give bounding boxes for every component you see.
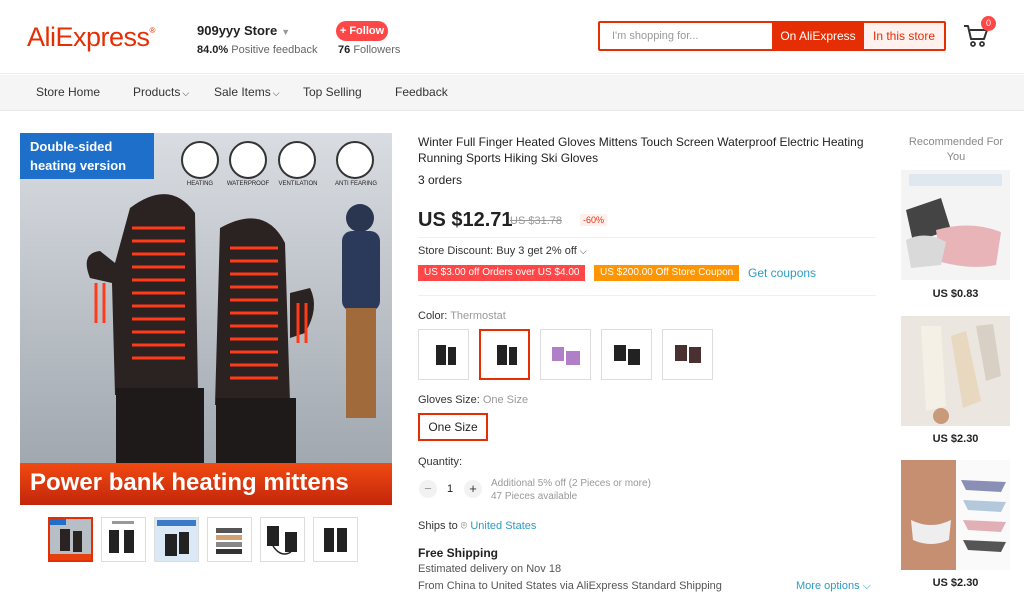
image-badge-text: Double-sided heating version	[30, 139, 127, 173]
product-main-image[interactable]: Double-sided heating version HEATING WAT…	[20, 133, 392, 505]
original-price: US $31.78	[510, 215, 562, 227]
thumbnail-3[interactable]	[154, 517, 199, 562]
nav-products[interactable]: Products ⌵	[133, 85, 189, 99]
color-label: Color: Thermostat	[418, 310, 506, 322]
nav-sale-items[interactable]: Sale Items ⌵	[214, 85, 280, 99]
color-swatch-1[interactable]	[418, 329, 469, 380]
search-aliexpress-button[interactable]: On AliExpress	[772, 23, 864, 49]
search-store-button[interactable]: In this store	[864, 23, 944, 49]
top-header: AliExpress® 909yyy Store ▼ 84.0% Positive…	[0, 0, 1024, 74]
shipping-route: From China to United States via AliExpre…	[418, 580, 722, 592]
color-swatch-3[interactable]	[540, 329, 591, 380]
color-swatch-thermostat[interactable]	[479, 329, 530, 380]
orders-count: 3 orders	[418, 173, 463, 187]
aliexpress-logo[interactable]: AliExpress®	[27, 22, 155, 53]
store-discount[interactable]: Store Discount: Buy 3 get 2% off ⌵	[418, 245, 587, 257]
search-input[interactable]	[600, 23, 772, 49]
nav-store-home[interactable]: Store Home	[36, 85, 100, 99]
product-title: Winter Full Finger Heated Gloves Mittens…	[418, 135, 864, 165]
size-option-one-size[interactable]: One Size	[418, 413, 488, 441]
discount-badge: -60%	[580, 214, 608, 226]
recommended-item-1-price: US $0.83	[932, 288, 979, 300]
nav-feedback[interactable]: Feedback	[395, 85, 448, 99]
chevron-down-icon: ⌵	[272, 88, 280, 98]
feature-label-ventilation: VENTILATION	[278, 181, 318, 187]
quantity-info: Additional 5% off (2 Pieces or more) 47 P…	[491, 478, 651, 502]
thumbnail-1[interactable]	[48, 517, 93, 562]
quantity-label: Quantity:	[418, 456, 463, 468]
get-coupons-link[interactable]: Get coupons	[748, 266, 816, 280]
ships-to: Ships to ⌾ United States	[418, 520, 537, 532]
ships-to-country[interactable]: United States	[470, 520, 536, 532]
recommended-item-1-image[interactable]	[901, 170, 1010, 280]
recommended-item-3-price: US $2.30	[932, 577, 979, 589]
store-name[interactable]: 909yyy Store ▼	[197, 23, 290, 38]
search-bar: On AliExpress In this store	[598, 21, 946, 51]
free-shipping: Free Shipping	[418, 546, 499, 560]
store-feedback: 84.0% Positive feedback	[197, 44, 318, 56]
quantity-increase-button[interactable]: +	[464, 480, 482, 498]
size-label: Gloves Size: One Size	[418, 394, 529, 406]
color-swatch-5[interactable]	[662, 329, 713, 380]
thumbnail-5[interactable]	[260, 517, 305, 562]
feature-label-waterproof: WATERPROOF	[226, 181, 270, 187]
store-nav: Store Home Products ⌵ Sale Items ⌵ Top Sel…	[0, 75, 1024, 111]
thumbnail-4[interactable]	[207, 517, 252, 562]
cart-count-badge: 0	[981, 16, 996, 31]
divider	[418, 237, 876, 238]
chevron-down-icon: ⌵	[862, 580, 871, 592]
nav-top-selling[interactable]: Top Selling	[303, 85, 362, 99]
recommended-item-2-price: US $2.30	[932, 433, 979, 445]
recommended-title: Recommended For You	[908, 136, 1004, 163]
recommended-item-3-image[interactable]	[901, 460, 1010, 570]
recommended-item-2-image[interactable]	[901, 316, 1010, 426]
thumbnail-6[interactable]	[313, 517, 358, 562]
color-swatch-4[interactable]	[601, 329, 652, 380]
thumbnail-2[interactable]	[101, 517, 146, 562]
image-banner-text: Power bank heating mittens	[30, 469, 349, 496]
current-price: US $12.71	[418, 209, 513, 231]
divider	[418, 295, 876, 296]
follow-button[interactable]: + Follow	[336, 21, 388, 41]
quantity-value[interactable]: 1	[447, 483, 453, 495]
caret-down-icon: ▼	[281, 26, 291, 37]
location-pin-icon: ⌾	[460, 520, 468, 532]
chevron-down-icon: ⌵	[182, 88, 190, 98]
more-options-link[interactable]: More options ⌵	[796, 580, 871, 593]
feature-label-anti: ANTI FEARING	[334, 181, 377, 187]
coupon-store[interactable]: US $200.00 Off Store Coupon	[594, 265, 740, 281]
estimated-delivery: Estimated delivery on Nov 18	[418, 563, 562, 575]
coupon-orders-over[interactable]: US $3.00 off Orders over US $4.00	[418, 265, 586, 281]
followers-count: 76 Followers	[338, 44, 401, 56]
feature-label-heating: HEATING	[186, 181, 214, 187]
chevron-down-icon: ⌵	[579, 246, 587, 256]
product-image-art	[20, 133, 392, 505]
quantity-decrease-button[interactable]: −	[419, 480, 437, 498]
